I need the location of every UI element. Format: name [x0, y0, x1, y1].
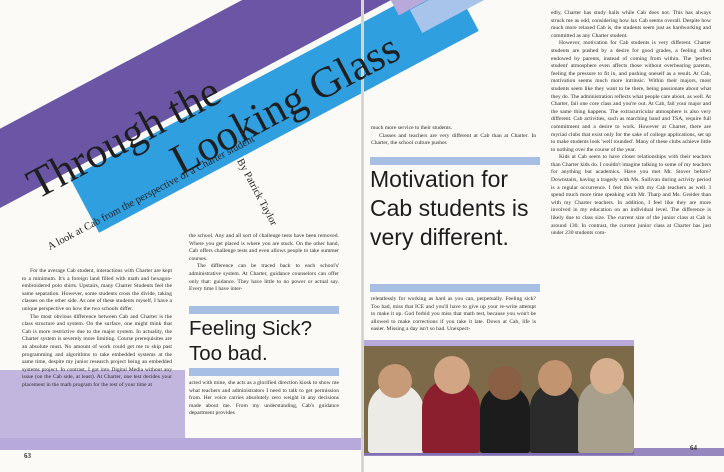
paragraph: Classes and teachers are very different …: [371, 132, 536, 147]
page-number-left: 63: [24, 452, 31, 460]
lavender-strip-bottom-left: [0, 438, 362, 450]
page-number-right: 64: [690, 444, 697, 452]
article-byline: By Patrick Taylor: [234, 157, 279, 228]
student-head: [378, 364, 412, 398]
student-head: [538, 360, 572, 396]
paragraph: relentlessly for working as hard as you …: [371, 296, 536, 333]
left-column-1: For the average Cab student, interaction…: [22, 268, 172, 390]
paragraph: the school. Any and all sort of challeng…: [189, 233, 339, 262]
pull-quote-feeling-sick: Feeling Sick? Too bad.: [189, 317, 313, 365]
pull-quote-rule-bottom: [189, 368, 339, 376]
pull-quote-motivation: Motivation for Cab students is very diff…: [370, 166, 529, 250]
paragraph: Kids at Cab seem to have closer relation…: [551, 154, 711, 237]
paragraph: However, motivation for Cab students is …: [551, 40, 711, 153]
paragraph: much more service to their students.: [371, 125, 453, 131]
pull-quote-rule-top: [370, 157, 540, 165]
right-column-1-top: much more service to their students. Cla…: [371, 125, 536, 148]
students-photo: [364, 346, 634, 453]
student-head: [434, 356, 470, 394]
paragraph: For the average Cab student, interaction…: [22, 268, 172, 312]
left-column-2-top: the school. Any and all sort of challeng…: [189, 233, 339, 294]
right-column-2: edly, Charter has study halls while Cab …: [551, 10, 711, 238]
magazine-spread: Through the Looking Glass A look at Cab …: [0, 0, 724, 472]
paragraph: acted with mine, she acts as a glorified…: [189, 380, 339, 417]
paragraph: The difference can be traced back to eac…: [189, 263, 339, 293]
student-head: [488, 366, 522, 400]
pull-quote-rule-top: [189, 306, 339, 314]
student-head: [590, 358, 624, 394]
left-column-2-bottom: acted with mine, she acts as a glorified…: [189, 380, 339, 418]
pull-quote-rule-bottom: [370, 284, 540, 292]
paragraph: The most obvious difference between Cab …: [22, 313, 172, 388]
right-column-1-bottom: relentlessly for working as hard as you …: [371, 296, 536, 334]
paragraph: edly, Charter has study halls while Cab …: [551, 10, 711, 39]
